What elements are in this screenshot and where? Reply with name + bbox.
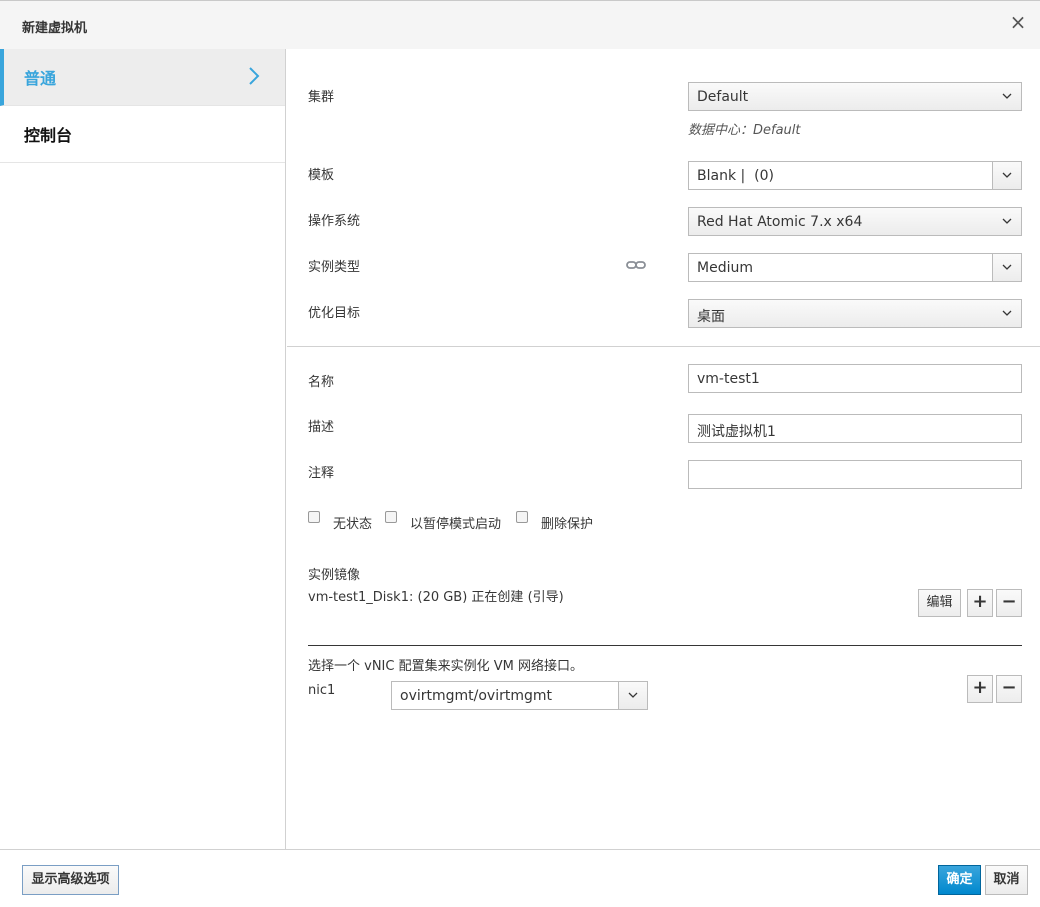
start-paused-label: 以暂停模式启动 (410, 517, 502, 532)
chevron-right-icon (249, 67, 260, 85)
sidebar: 普通 控制台 (0, 49, 286, 849)
start-paused-checkbox[interactable] (385, 511, 397, 523)
comment-input[interactable] (688, 460, 1022, 489)
tab-console[interactable]: 控制台 (0, 106, 285, 163)
cluster-label: 集群 (308, 90, 335, 105)
datacenter-hint: 数据中心：Default (688, 123, 801, 138)
dialog-title: 新建虚拟机 (22, 21, 88, 36)
instance-type-dropdown-button[interactable] (992, 254, 1021, 281)
remove-nic-button[interactable]: − (996, 675, 1022, 703)
section-divider (287, 346, 1040, 347)
nic-profile-combo[interactable]: ovirtmgmt/ovirtmgmt (391, 681, 648, 710)
template-label: 模板 (308, 168, 335, 183)
chevron-down-icon (1002, 172, 1012, 178)
chevron-down-icon (1002, 218, 1012, 224)
cancel-button[interactable]: 取消 (985, 865, 1028, 895)
instance-image-disk: vm-test1_Disk1: (20 GB) 正在创建 (引导) (308, 590, 564, 605)
tab-general-label: 普通 (24, 69, 57, 88)
description-value: 测试虚拟机1 (697, 424, 776, 440)
template-combo[interactable]: Blank | (0) (688, 161, 1022, 190)
nic-profile-dropdown-button[interactable] (618, 682, 647, 709)
name-label: 名称 (308, 375, 335, 390)
delete-protection-checkbox[interactable] (516, 511, 528, 523)
instance-type-label: 实例类型 (308, 260, 361, 275)
name-input[interactable]: vm-test1 (688, 364, 1022, 393)
cluster-value: Default (697, 89, 749, 105)
delete-protection-label: 删除保护 (541, 517, 594, 532)
stateless-checkbox[interactable] (308, 511, 320, 523)
os-select[interactable]: Red Hat Atomic 7.x x64 (688, 207, 1022, 236)
description-input[interactable]: 测试虚拟机1 (688, 414, 1022, 443)
os-label: 操作系统 (308, 214, 361, 229)
dialog-titlebar: 新建虚拟机 × (0, 0, 1040, 49)
vnic-instruction: 选择一个 vNIC 配置集来实例化 VM 网络接口。 (308, 659, 583, 674)
os-value: Red Hat Atomic 7.x x64 (697, 214, 863, 230)
optimized-for-select[interactable]: 桌面 (688, 299, 1022, 328)
remove-disk-button[interactable]: − (996, 589, 1022, 617)
vnic-divider (308, 645, 1022, 646)
optimized-for-value: 桌面 (697, 309, 725, 325)
tab-general[interactable]: 普通 (0, 49, 285, 106)
ok-button[interactable]: 确定 (938, 865, 981, 895)
chevron-down-icon (628, 692, 638, 698)
template-dropdown-button[interactable] (992, 162, 1021, 189)
nic-label: nic1 (308, 683, 336, 698)
instance-type-value: Medium (697, 260, 753, 276)
show-advanced-options-button[interactable]: 显示高级选项 (22, 865, 119, 895)
add-disk-button[interactable]: + (967, 589, 993, 617)
dialog-footer: 显示高级选项 确定 取消 (0, 849, 1040, 907)
link-icon[interactable] (626, 260, 646, 270)
instance-images-label: 实例镜像 (308, 568, 361, 583)
template-value: Blank | (0) (697, 168, 774, 184)
nic-profile-value: ovirtmgmt/ovirtmgmt (400, 688, 552, 704)
description-label: 描述 (308, 420, 335, 435)
edit-disk-button[interactable]: 编辑 (918, 589, 961, 617)
stateless-label: 无状态 (333, 517, 373, 532)
chevron-down-icon (1002, 264, 1012, 270)
tab-console-label: 控制台 (24, 126, 73, 145)
chevron-down-icon (1002, 93, 1012, 99)
optimized-for-label: 优化目标 (308, 306, 361, 321)
add-nic-button[interactable]: + (967, 675, 993, 703)
close-icon[interactable]: × (1008, 11, 1028, 33)
cluster-select[interactable]: Default (688, 82, 1022, 111)
instance-type-combo[interactable]: Medium (688, 253, 1022, 282)
chevron-down-icon (1002, 310, 1012, 316)
comment-label: 注释 (308, 466, 335, 481)
name-value: vm-test1 (697, 371, 760, 387)
main-form: 集群 Default 数据中心：Default 模板 Blank | (0) 操… (287, 49, 1040, 849)
